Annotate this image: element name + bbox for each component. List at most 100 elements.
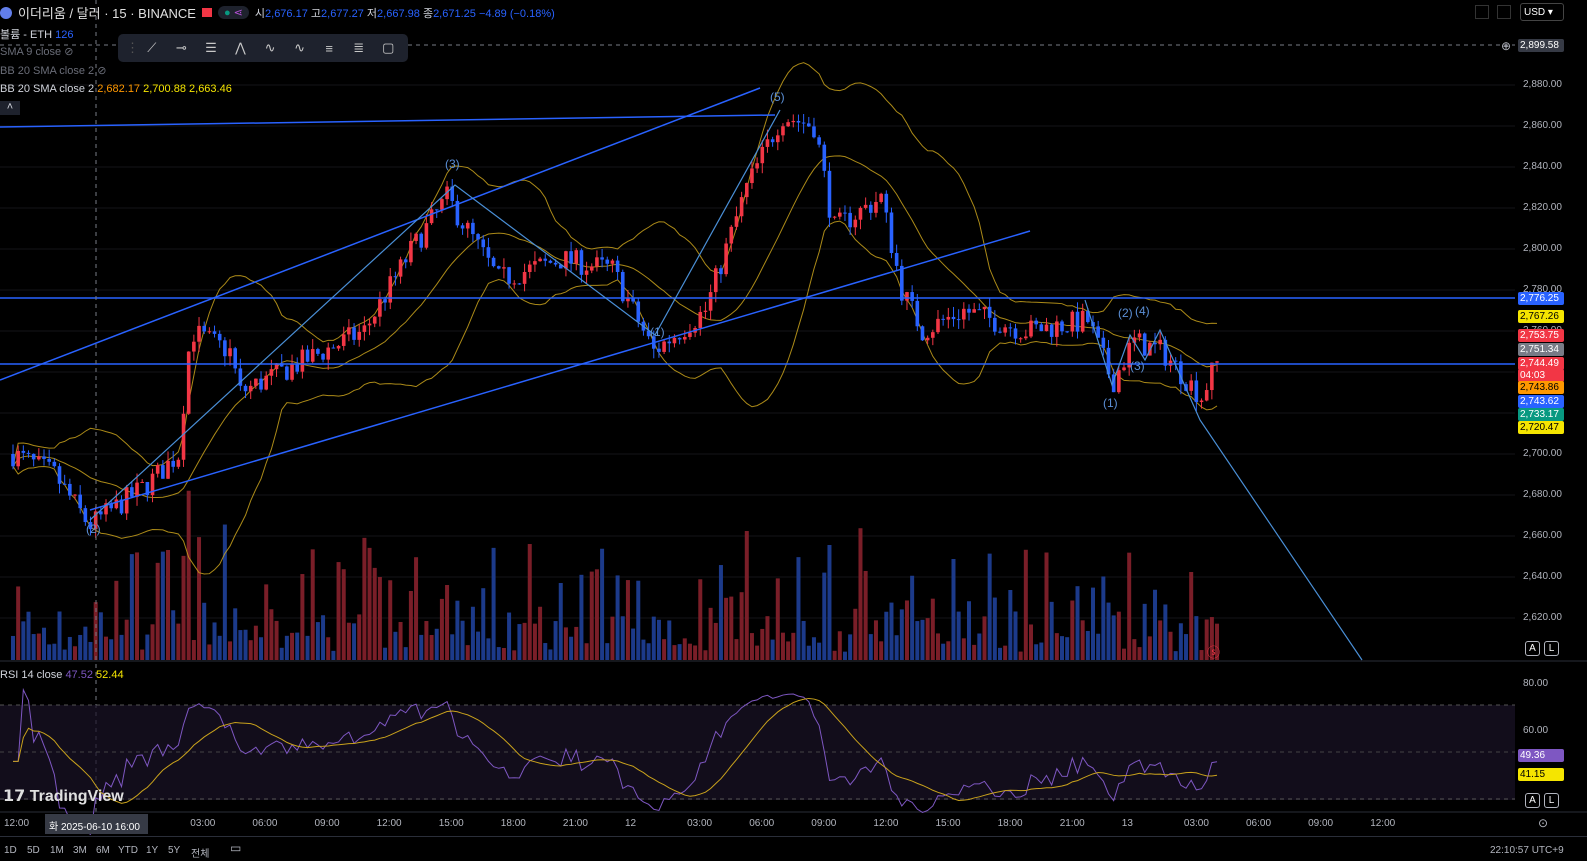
volume-bar xyxy=(584,643,589,660)
rectangle-icon[interactable]: ▢ xyxy=(377,40,401,56)
candle xyxy=(569,251,573,264)
volume-bar xyxy=(155,562,160,660)
pitchfork-icon[interactable]: ☰ xyxy=(199,40,223,56)
regression-icon[interactable]: ≣ xyxy=(347,40,371,56)
volume-bar xyxy=(574,626,579,660)
volume-bar xyxy=(600,548,605,660)
candle xyxy=(1024,336,1028,339)
drawing-toolbar[interactable]: ⋮ ⟋ ⊸ ☰ ⋀ ∿ ∿ ≡ ≣ ▢ xyxy=(118,34,408,62)
add-alert-icon[interactable]: ⊕ xyxy=(1501,39,1511,53)
range-3m[interactable]: 3M xyxy=(73,845,87,856)
candle xyxy=(476,234,480,240)
candle xyxy=(440,199,444,210)
volume-bar xyxy=(625,580,630,660)
candle xyxy=(1065,331,1069,333)
volume-bar xyxy=(997,647,1002,660)
horizontal-ray-icon[interactable]: ⊸ xyxy=(170,40,194,56)
range-5y[interactable]: 5Y xyxy=(168,845,180,856)
elliott-impulse-icon[interactable]: ∿ xyxy=(258,40,282,56)
log-scale-button[interactable]: L xyxy=(1544,641,1559,656)
volume-bar xyxy=(1194,616,1199,660)
symbol-title[interactable]: 이더리움 / 달러 · 15 · BINANCE xyxy=(18,3,196,22)
volume-legend[interactable]: 볼륨 - ETH 126 xyxy=(0,26,73,42)
calendar-icon[interactable]: ▭ xyxy=(230,841,241,855)
volume-bar xyxy=(553,621,558,660)
volume-bar xyxy=(253,625,258,660)
sma-legend[interactable]: SMA 9 close ⊘ xyxy=(0,45,73,58)
rsi-legend[interactable]: RSI 14 close 47.52 52.44 xyxy=(0,669,124,681)
currency-select[interactable]: USD ▾ xyxy=(1520,3,1564,21)
volume-bar xyxy=(765,616,770,660)
time-tick: 03:00 xyxy=(687,818,713,829)
layout-icon[interactable] xyxy=(1497,5,1511,19)
collapse-legend-button[interactable]: ˄ xyxy=(0,101,20,115)
candle xyxy=(316,349,320,354)
range-ytd[interactable]: YTD xyxy=(118,845,138,856)
candle xyxy=(796,120,801,123)
candle xyxy=(403,259,408,263)
candle xyxy=(161,465,165,479)
head-shoulders-icon[interactable]: ⋀ xyxy=(229,40,253,56)
parallel-channel-icon[interactable]: ≡ xyxy=(317,41,341,56)
volume-bar xyxy=(925,618,930,660)
lightning-icon[interactable]: ⓢ xyxy=(1207,642,1220,661)
volume-bar xyxy=(667,620,672,660)
time-tick: 06:00 xyxy=(1246,818,1272,829)
drag-handle-icon[interactable]: ⋮ xyxy=(126,40,139,56)
candle xyxy=(967,308,971,313)
candle xyxy=(1029,320,1033,337)
candle xyxy=(140,481,144,483)
range-5d[interactable]: 5D xyxy=(27,845,40,856)
volume-bar xyxy=(1153,589,1158,660)
volume-bar xyxy=(1116,611,1121,660)
auto-scale-button[interactable]: A xyxy=(1525,641,1540,656)
bb-legend[interactable]: BB 20 SMA close 2 2,682.17 2,700.88 2,66… xyxy=(0,83,232,95)
ruler-icon[interactable] xyxy=(1475,5,1489,19)
chart-canvas[interactable] xyxy=(0,0,1587,836)
candle xyxy=(47,458,51,462)
time-tick: 15:00 xyxy=(935,818,961,829)
bb-hidden-legend[interactable]: BB 20 SMA close 2 ⊘ xyxy=(0,64,106,77)
candle xyxy=(1044,324,1049,332)
candle xyxy=(843,212,847,214)
range-all[interactable]: 전체 xyxy=(191,845,209,860)
candle xyxy=(434,209,439,211)
wave-label: (1) xyxy=(650,325,665,339)
candle xyxy=(331,347,336,349)
drawings[interactable] xyxy=(0,0,1515,812)
candle xyxy=(543,258,548,261)
range-6m[interactable]: 6M xyxy=(96,845,110,856)
settings-icon[interactable]: ⊙ xyxy=(1538,816,1548,830)
volume-bar xyxy=(770,639,775,660)
candle xyxy=(1101,337,1106,348)
candle xyxy=(874,201,878,213)
time-tick: 06:00 xyxy=(252,818,278,829)
candle xyxy=(414,233,418,241)
elliott-correction-icon[interactable]: ∿ xyxy=(288,40,312,56)
range-1d[interactable]: 1D xyxy=(4,845,17,856)
volume-bar xyxy=(445,584,450,660)
volume-bar xyxy=(796,557,801,660)
candle xyxy=(703,310,708,312)
volume-bar xyxy=(956,611,961,660)
hidden-eye-icon[interactable]: ⊘ xyxy=(64,46,73,58)
log-scale-button[interactable]: L xyxy=(1544,793,1559,808)
market-status-pill[interactable]: ● ⋖ xyxy=(217,6,249,19)
symbol-header[interactable]: 이더리움 / 달러 · 15 · BINANCE ● ⋖ 시2,676.17 고… xyxy=(0,3,555,22)
volume-bar xyxy=(429,634,434,660)
candle xyxy=(176,459,181,467)
candle xyxy=(910,292,914,301)
range-1y[interactable]: 1Y xyxy=(146,845,158,856)
tradingview-logo[interactable]: 𝟭𝟳 TradingView xyxy=(3,786,124,806)
clock[interactable]: 22:10:57 UTC+9 xyxy=(1490,845,1564,856)
trendline-icon[interactable]: ⟋ xyxy=(140,40,164,56)
candle xyxy=(248,385,253,392)
volume-bar xyxy=(972,644,977,660)
range-1m[interactable]: 1M xyxy=(50,845,64,856)
candle xyxy=(817,137,821,145)
volume-bar xyxy=(321,615,326,660)
hidden-eye-icon[interactable]: ⊘ xyxy=(97,65,106,77)
candle xyxy=(1215,361,1219,363)
flag-icon[interactable] xyxy=(201,8,212,17)
auto-scale-button[interactable]: A xyxy=(1525,793,1540,808)
